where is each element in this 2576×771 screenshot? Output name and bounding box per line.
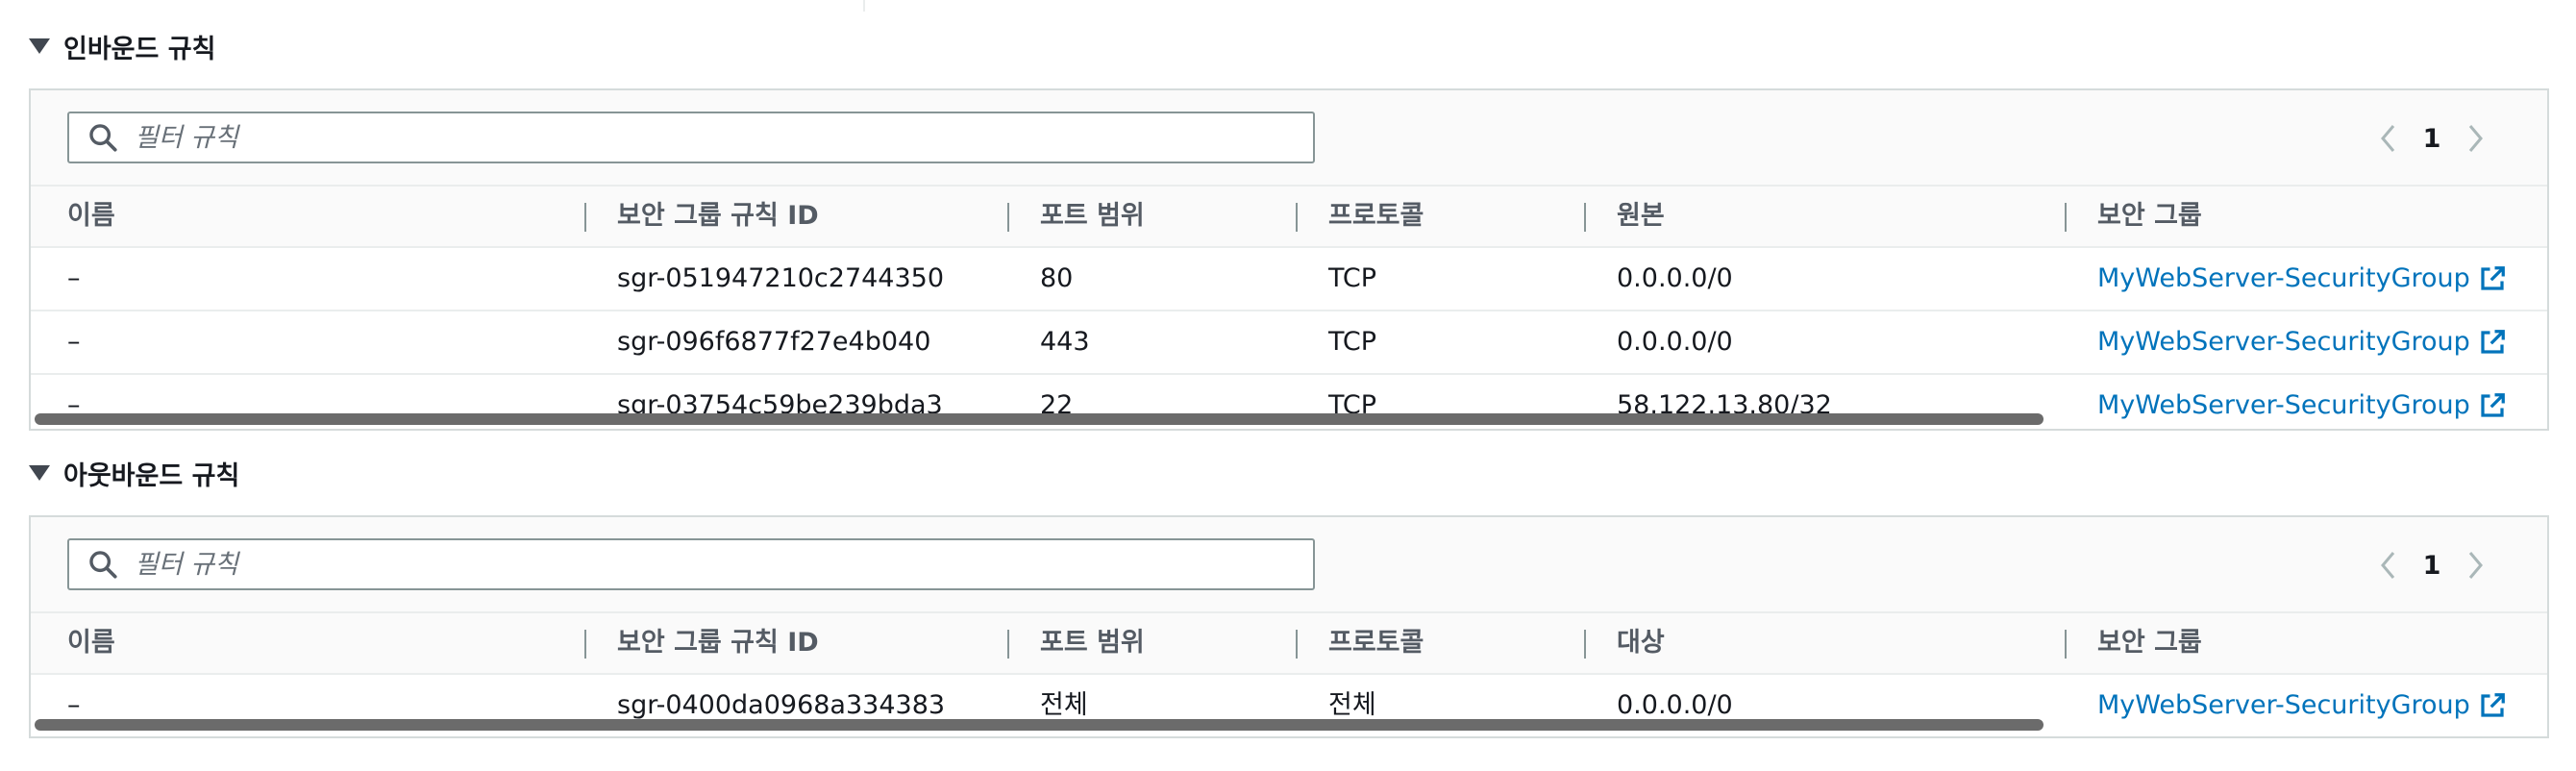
column-divider[interactable] (1007, 203, 1009, 232)
column-divider[interactable] (584, 203, 586, 232)
outbound-rules-table: 1 이름 보안 그룹 규칙 ID 포트 범위 프로토콜 대상 보안 그룹 – s… (29, 515, 2549, 738)
external-link-icon (2481, 693, 2505, 717)
cell-rule-id: sgr-051947210c2744350 (617, 263, 945, 293)
table-row: – sgr-096f6877f27e4b040 443 TCP 0.0.0.0/… (31, 310, 2547, 373)
security-group-link[interactable]: MyWebServer-SecurityGroup (2097, 375, 2507, 429)
inbound-rules-table: 1 이름 보안 그룹 규칙 ID 포트 범위 프로토콜 원본 보안 그룹 – s… (29, 88, 2549, 431)
external-link-icon (2481, 266, 2505, 290)
outbound-search-input[interactable] (133, 548, 1242, 581)
table-header: 이름 보안 그룹 규칙 ID 포트 범위 프로토콜 원본 보안 그룹 (31, 185, 2547, 246)
column-header-rule-id[interactable]: 보안 그룹 규칙 ID (617, 613, 819, 673)
column-header-protocol[interactable]: 프로토콜 (1328, 187, 1424, 246)
column-divider[interactable] (2065, 203, 2067, 232)
outbound-rules-header[interactable]: 아웃바운드 규칙 (29, 454, 239, 492)
column-header-name[interactable]: 이름 (67, 187, 115, 246)
column-header-security-group[interactable]: 보안 그룹 (2097, 187, 2202, 246)
inbound-filter (67, 112, 1315, 163)
prev-page-button[interactable] (2372, 546, 2405, 584)
caret-down-icon (29, 465, 50, 481)
security-group-link[interactable]: MyWebServer-SecurityGroup (2097, 675, 2507, 736)
inbound-search-input[interactable] (133, 121, 1242, 154)
security-group-link-label: MyWebServer-SecurityGroup (2097, 390, 2470, 420)
chevron-right-icon (2468, 125, 2483, 152)
cell-source: 0.0.0.0/0 (1617, 327, 1733, 357)
column-header-rule-id[interactable]: 보안 그룹 규칙 ID (617, 187, 819, 246)
column-header-security-group[interactable]: 보안 그룹 (2097, 613, 2202, 673)
next-page-button[interactable] (2459, 119, 2491, 158)
chevron-right-icon (2468, 552, 2483, 579)
search-icon (89, 124, 117, 152)
chevron-left-icon (2381, 552, 2395, 579)
chevron-left-icon (2381, 125, 2395, 152)
cell-source: 0.0.0.0/0 (1617, 263, 1733, 293)
column-divider[interactable] (2065, 630, 2067, 659)
column-header-name[interactable]: 이름 (67, 613, 115, 673)
inbound-rules-title: 인바운드 규칙 (63, 34, 216, 64)
current-page[interactable]: 1 (2405, 124, 2459, 154)
security-group-link-label: MyWebServer-SecurityGroup (2097, 263, 2470, 293)
column-divider[interactable] (1584, 630, 1586, 659)
inbound-pagination: 1 (2372, 119, 2491, 158)
column-header-protocol[interactable]: 프로토콜 (1328, 613, 1424, 673)
column-divider[interactable] (584, 630, 586, 659)
security-group-link[interactable]: MyWebServer-SecurityGroup (2097, 311, 2507, 373)
security-group-link-label: MyWebServer-SecurityGroup (2097, 690, 2470, 720)
column-header-destination[interactable]: 대상 (1617, 613, 1665, 673)
cell-protocol: TCP (1328, 327, 1377, 357)
column-header-port[interactable]: 포트 범위 (1040, 187, 1145, 246)
current-page[interactable]: 1 (2405, 551, 2459, 581)
column-header-source[interactable]: 원본 (1617, 187, 1665, 246)
cell-protocol: TCP (1328, 263, 1377, 293)
cell-name: – (67, 263, 81, 293)
external-link-icon (2481, 330, 2505, 354)
cell-port: 443 (1040, 327, 1090, 357)
caret-down-icon (29, 38, 50, 54)
table-row: – sgr-051947210c2744350 80 TCP 0.0.0.0/0… (31, 246, 2547, 310)
column-divider[interactable] (1007, 630, 1009, 659)
prev-page-button[interactable] (2372, 119, 2405, 158)
column-divider[interactable] (1296, 203, 1298, 232)
cell-name: – (67, 327, 81, 357)
cell-port: 80 (1040, 263, 1074, 293)
column-divider[interactable] (1296, 630, 1298, 659)
column-divider[interactable] (1584, 203, 1586, 232)
inbound-toolbar: 1 (31, 90, 2547, 185)
outbound-toolbar: 1 (31, 517, 2547, 611)
external-link-icon (2481, 393, 2505, 417)
inbound-rules-header[interactable]: 인바운드 규칙 (29, 27, 215, 65)
search-icon (89, 551, 117, 579)
outbound-rules-title: 아웃바운드 규칙 (63, 460, 240, 491)
security-group-link[interactable]: MyWebServer-SecurityGroup (2097, 248, 2507, 310)
horizontal-scrollbar[interactable] (35, 413, 2043, 425)
divider (863, 0, 865, 12)
security-group-link-label: MyWebServer-SecurityGroup (2097, 327, 2470, 357)
outbound-pagination: 1 (2372, 546, 2491, 584)
table-header: 이름 보안 그룹 규칙 ID 포트 범위 프로토콜 대상 보안 그룹 (31, 611, 2547, 673)
horizontal-scrollbar[interactable] (35, 719, 2043, 731)
column-header-port[interactable]: 포트 범위 (1040, 613, 1145, 673)
outbound-filter (67, 538, 1315, 590)
cell-rule-id: sgr-096f6877f27e4b040 (617, 327, 931, 357)
next-page-button[interactable] (2459, 546, 2491, 584)
